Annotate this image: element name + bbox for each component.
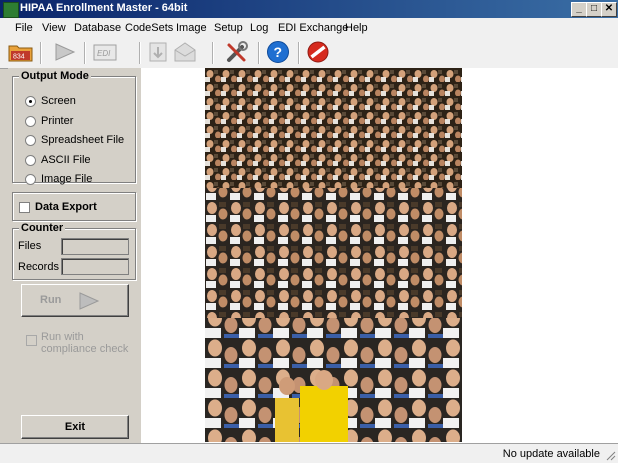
maximize-button[interactable]: □ — [586, 2, 602, 17]
toolbar-834-label: 834 — [13, 54, 25, 61]
menu-codesets[interactable]: CodeSets — [125, 22, 173, 34]
output-mode-group: Output Mode Screen Printer Spreadsheet F… — [12, 70, 136, 185]
menu-view[interactable]: View — [42, 22, 66, 34]
counter-title: Counter — [19, 222, 66, 234]
mail-icon — [174, 42, 196, 62]
data-export-label: Data Export — [35, 201, 97, 213]
toolbar-separator — [40, 42, 42, 64]
radio-ascii-label: ASCII File — [41, 154, 91, 166]
files-label: Files — [18, 240, 42, 252]
toolbar-separator — [84, 42, 86, 64]
title-bar: HIPAA Enrollment Master - 64bit _ □ ✕ — [0, 0, 618, 18]
menu-file[interactable]: File — [15, 22, 33, 34]
records-count-field — [61, 258, 129, 275]
output-mode-title: Output Mode — [19, 70, 91, 82]
control-panel: Output Mode Screen Printer Spreadsheet F… — [8, 68, 141, 442]
folder-834-icon: 834 — [8, 45, 33, 62]
crowd-photo — [205, 68, 462, 442]
radio-screen-dot[interactable] — [25, 96, 36, 107]
menu-setup[interactable]: Setup — [214, 22, 243, 34]
radio-image-dot[interactable] — [25, 174, 36, 185]
data-export-checkbox[interactable] — [19, 202, 30, 213]
toolbar-edi-label: EDI — [97, 49, 111, 58]
window-title: HIPAA Enrollment Master - 64bit — [20, 2, 188, 14]
compliance-label: Run with compliance check — [41, 331, 128, 355]
status-bar: No update available — [0, 443, 618, 463]
radio-printer-dot[interactable] — [25, 116, 36, 127]
radio-image-label: Image File — [41, 173, 93, 185]
help-icon: ? — [267, 41, 289, 63]
radio-screen-label: Screen — [41, 95, 76, 107]
menu-log[interactable]: Log — [250, 22, 268, 34]
compliance-label-line2: compliance check — [41, 343, 129, 355]
run-button[interactable]: Run — [21, 284, 129, 317]
stop-icon — [307, 41, 329, 63]
app-icon — [3, 2, 19, 18]
run-label: Run — [40, 294, 62, 306]
svg-text:?: ? — [274, 44, 283, 60]
radio-spreadsheet-label: Spreadsheet File — [41, 134, 125, 146]
toolbar-separator — [298, 42, 300, 64]
menu-database[interactable]: Database — [74, 22, 121, 34]
toolbar-separator — [212, 42, 214, 64]
edi-icon: EDI — [93, 44, 117, 61]
menu-bar: File View Database CodeSets Image Setup … — [0, 18, 618, 37]
menu-edi-exchange[interactable]: EDI Exchange — [278, 22, 348, 34]
files-count-field — [61, 238, 129, 255]
toolbar-separator — [139, 42, 141, 64]
toolbar: 834 EDI ? — [0, 37, 618, 69]
data-export-group: Data Export — [12, 192, 136, 221]
status-text: No update available — [502, 448, 600, 460]
minimize-button[interactable]: _ — [571, 2, 587, 17]
play-icon — [55, 43, 76, 61]
menu-image[interactable]: Image — [176, 22, 207, 34]
crowd-image — [205, 68, 462, 442]
exit-button[interactable]: Exit — [21, 415, 129, 439]
mail-button[interactable] — [172, 40, 198, 64]
stop-button[interactable] — [305, 40, 331, 64]
help-button[interactable]: ? — [265, 40, 291, 64]
compliance-checkbox[interactable] — [26, 335, 37, 346]
close-button[interactable]: ✕ — [601, 2, 617, 17]
exit-label: Exit — [64, 421, 86, 433]
tools-icon — [227, 41, 248, 62]
counter-group: Counter Files Records — [12, 222, 136, 280]
run-play-icon — [79, 292, 100, 310]
play-button[interactable] — [52, 40, 78, 64]
radio-printer-label: Printer — [41, 115, 74, 127]
download-button[interactable] — [146, 40, 172, 64]
records-label: Records — [18, 261, 59, 273]
radio-ascii-dot[interactable] — [25, 155, 36, 166]
compliance-label-line1: Run with — [41, 331, 84, 343]
menu-help[interactable]: Help — [345, 22, 368, 34]
download-icon — [149, 42, 167, 62]
toolbar-separator — [258, 42, 260, 64]
tools-button[interactable] — [224, 40, 250, 64]
open-834-button[interactable]: 834 — [8, 40, 34, 64]
edi-button[interactable]: EDI — [92, 40, 118, 64]
resize-grip-icon[interactable] — [605, 450, 616, 461]
radio-spreadsheet-dot[interactable] — [25, 135, 36, 146]
